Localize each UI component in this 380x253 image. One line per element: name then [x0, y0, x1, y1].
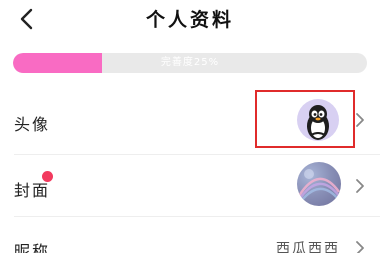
cover-image[interactable] — [297, 162, 341, 206]
divider — [14, 154, 380, 155]
divider — [14, 216, 380, 217]
header-bar: 个人资料 — [0, 0, 380, 40]
chevron-right-icon — [356, 179, 364, 193]
notification-badge — [42, 171, 53, 182]
chevron-right-icon — [356, 241, 364, 253]
progress-label: 完善度25% — [160, 57, 220, 68]
row-label-avatar: 头像 — [14, 115, 51, 134]
avatar[interactable] — [297, 99, 339, 141]
chevron-right-icon — [356, 113, 364, 127]
penguin-avatar-icon — [307, 105, 329, 140]
profile-completion-bar: 完善度25% — [13, 53, 367, 73]
nickname-value: 西瓜西西 — [276, 241, 340, 253]
row-label-nickname: 昵称 — [14, 242, 51, 253]
rainbow-cover-icon — [297, 169, 341, 205]
page-title: 个人资料 — [145, 9, 234, 31]
